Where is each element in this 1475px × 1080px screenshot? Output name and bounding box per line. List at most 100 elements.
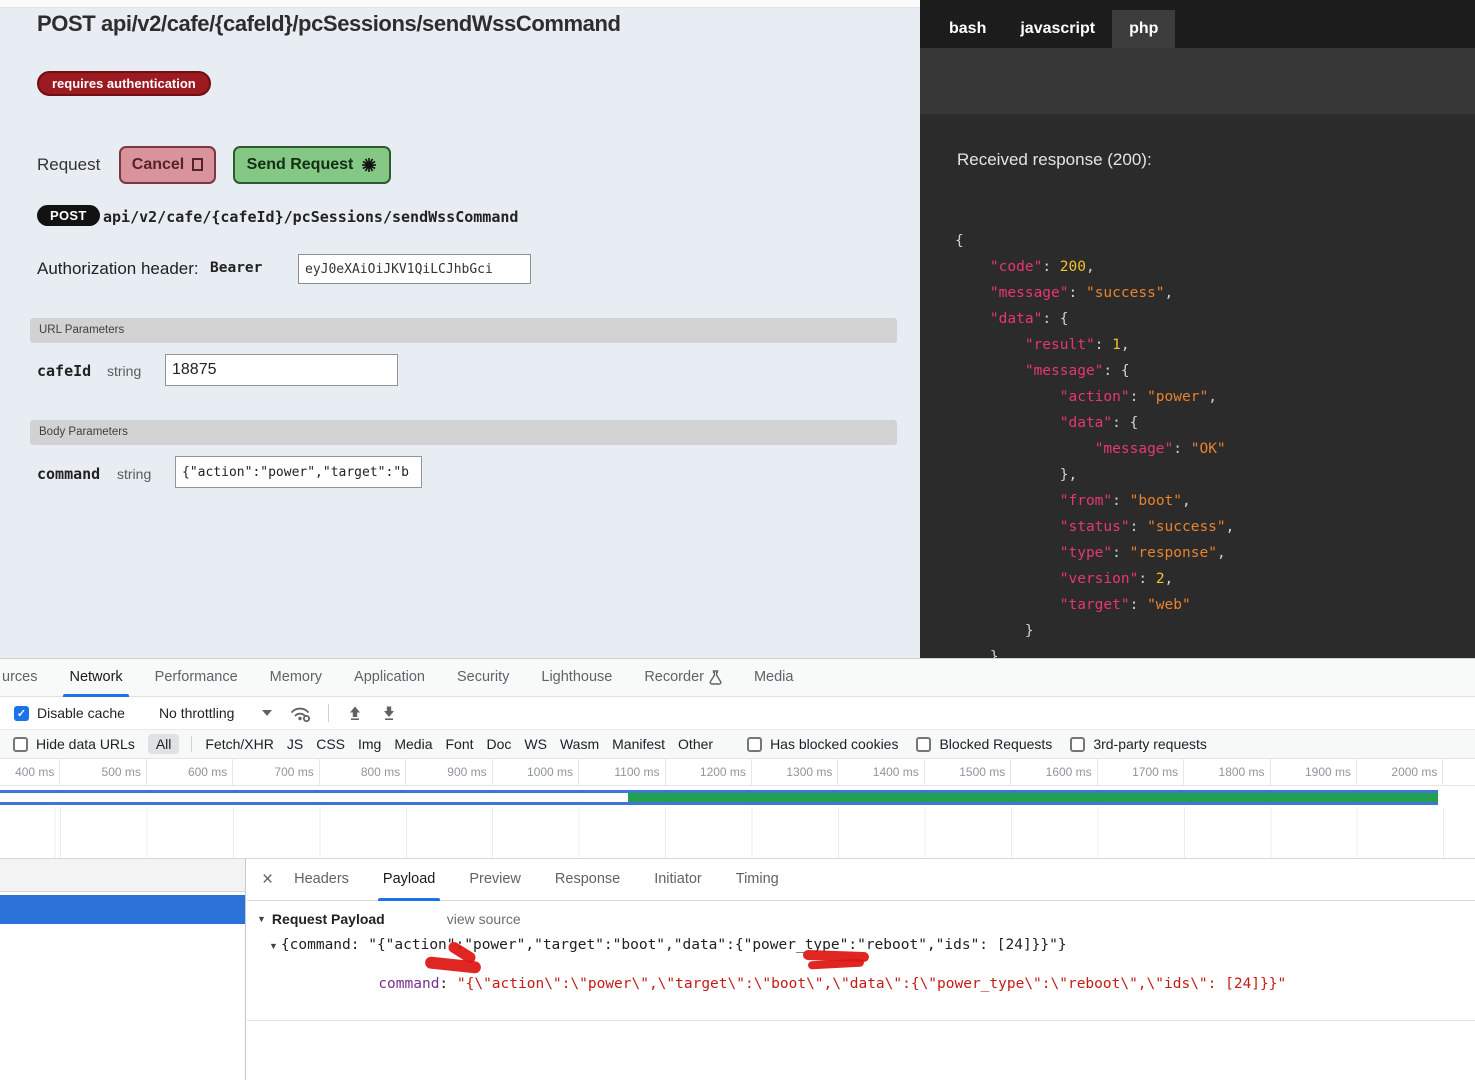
request-payload-section[interactable]: ▼ Request Payload view source <box>257 911 1475 927</box>
devtools-tab-recorder[interactable]: Recorder <box>628 659 738 697</box>
body-parameters-section-header: Body Parameters <box>30 420 897 445</box>
filter-type-wasm[interactable]: Wasm <box>560 736 599 752</box>
timeline-tick: 900 ms <box>406 759 492 785</box>
devtools-tab-urces[interactable]: urces <box>0 659 53 697</box>
filter-type-doc[interactable]: Doc <box>487 736 512 752</box>
devtools-tab-memory[interactable]: Memory <box>254 659 338 697</box>
payload-section-divider <box>247 1020 1475 1021</box>
waterfall-overview[interactable] <box>0 786 1475 807</box>
wifi-gear-icon <box>290 704 312 723</box>
command-input[interactable] <box>175 456 422 488</box>
screenshot-root: POST api/v2/cafe/{cafeId}/pcSessions/sen… <box>0 0 1475 1080</box>
timeline-tick: 600 ms <box>147 759 233 785</box>
received-response-label: Received response (200): <box>957 150 1152 170</box>
label-has-blocked-cookies: Has blocked cookies <box>770 736 898 752</box>
method-badge: POST <box>37 205 100 226</box>
timeline-tick: 1200 ms <box>666 759 752 785</box>
filter-type-js[interactable]: JS <box>287 736 303 752</box>
payload-summary-text: {command: "{"action":"power","target":"b… <box>281 937 1067 953</box>
hide-data-urls-checkbox[interactable] <box>13 737 28 752</box>
close-icon[interactable]: × <box>262 870 273 889</box>
devtools-tab-security[interactable]: Security <box>441 659 525 697</box>
devtools-panel: urcesNetworkPerformanceMemoryApplication… <box>0 658 1475 1080</box>
filter-type-css[interactable]: CSS <box>316 736 345 752</box>
send-request-button[interactable]: Send Request <box>233 146 391 184</box>
payload-command-row[interactable]: command: "{\"action\":\"power\",\"target… <box>291 960 1475 1008</box>
disable-cache-checkbox[interactable]: ✓ <box>14 706 29 721</box>
requests-table-empty-area <box>0 807 1475 859</box>
detail-tab-payload[interactable]: Payload <box>370 859 448 901</box>
response-json-block: { "code": 200, "message": "success", "da… <box>955 228 1234 658</box>
view-source-link[interactable]: view source <box>447 911 521 927</box>
detail-tab-headers[interactable]: Headers <box>281 859 362 901</box>
timeline-tick: 1800 ms <box>1184 759 1270 785</box>
devtools-tab-network[interactable]: Network <box>53 659 138 697</box>
param-name-cafeid: cafeId <box>37 362 91 380</box>
throttling-select[interactable]: No throttling <box>151 705 272 721</box>
detail-tab-preview[interactable]: Preview <box>456 859 534 901</box>
timeline-tick: 1700 ms <box>1098 759 1184 785</box>
filter-type-all[interactable]: All <box>148 734 180 754</box>
code-tab-javascript[interactable]: javascript <box>1003 10 1112 48</box>
timeline-tick: 500 ms <box>60 759 146 785</box>
timeline-tick: 1500 ms <box>925 759 1011 785</box>
filter-type-font[interactable]: Font <box>445 736 473 752</box>
filter-type-fetch-xhr[interactable]: Fetch/XHR <box>205 736 273 752</box>
filter-type-other[interactable]: Other <box>678 736 713 752</box>
timeline-tick: 700 ms <box>233 759 319 785</box>
code-examples-panel: bashjavascriptphp Received response (200… <box>920 0 1475 658</box>
api-docs-panel: POST api/v2/cafe/{cafeId}/pcSessions/sen… <box>0 0 920 658</box>
devtools-tab-performance[interactable]: Performance <box>139 659 254 697</box>
timeline-tick: 1000 ms <box>493 759 579 785</box>
cancel-button[interactable]: Cancel <box>119 146 216 184</box>
export-har-button[interactable] <box>381 705 397 721</box>
code-tab-bash[interactable]: bash <box>932 10 1003 48</box>
auth-token-input[interactable] <box>298 254 531 284</box>
filter-type-img[interactable]: Img <box>358 736 381 752</box>
endpoint-path: api/v2/cafe/{cafeId}/pcSessions/sendWssC… <box>103 208 518 226</box>
toolbar-divider <box>328 704 329 722</box>
timeline-tick: 2000 ms <box>1357 759 1443 785</box>
flask-icon <box>709 670 722 685</box>
request-label: Request <box>37 155 100 175</box>
throttling-value: No throttling <box>159 705 234 721</box>
timeline-tick: 1900 ms <box>1271 759 1357 785</box>
checkbox-3rd-party-requests[interactable] <box>1070 737 1085 752</box>
code-language-tabs: bashjavascriptphp <box>920 0 1475 48</box>
detail-tabs: HeadersPayloadPreviewResponseInitiatorTi… <box>273 859 792 900</box>
checkbox-blocked-requests[interactable] <box>916 737 931 752</box>
filter-divider <box>191 736 192 752</box>
checkbox-has-blocked-cookies[interactable] <box>747 737 762 752</box>
param-type-command: string <box>117 466 151 482</box>
timeline-tick: 400 ms <box>0 759 60 785</box>
auth-header-label: Authorization header: <box>37 259 199 279</box>
requires-auth-badge: requires authentication <box>37 71 211 96</box>
auth-scheme-label: Bearer <box>210 260 262 276</box>
arrow-up-icon <box>347 705 363 721</box>
selected-request-row[interactable] <box>0 895 245 924</box>
detail-tab-timing[interactable]: Timing <box>723 859 792 901</box>
devtools-tab-application[interactable]: Application <box>338 659 441 697</box>
filter-type-media[interactable]: Media <box>394 736 432 752</box>
import-har-button[interactable] <box>347 705 363 721</box>
payload-summary-row[interactable]: ▼ {command: "{"action":"power","target":… <box>269 937 1475 953</box>
detail-tab-response[interactable]: Response <box>542 859 633 901</box>
request-type-filters: All Fetch/XHR JS CSS Img Media Font Doc WS Wasm Ma… <box>135 734 713 754</box>
cancel-button-label: Cancel <box>132 156 184 174</box>
page-top-strip <box>0 0 920 8</box>
triangle-down-icon: ▼ <box>269 941 278 951</box>
send-request-button-label: Send Request <box>247 156 354 174</box>
devtools-tab-bar: urcesNetworkPerformanceMemoryApplication… <box>0 659 1475 697</box>
code-tab-php[interactable]: php <box>1112 10 1175 48</box>
filter-type-manifest[interactable]: Manifest <box>612 736 665 752</box>
devtools-tab-media[interactable]: Media <box>738 659 810 697</box>
network-conditions-button[interactable] <box>290 704 312 723</box>
disable-cache-label: Disable cache <box>37 705 125 721</box>
payload-separator: : <box>439 976 456 992</box>
payload-key: command <box>378 976 439 992</box>
devtools-tab-lighthouse[interactable]: Lighthouse <box>525 659 628 697</box>
timeline-tick: 1400 ms <box>838 759 924 785</box>
detail-tab-initiator[interactable]: Initiator <box>641 859 715 901</box>
filter-type-ws[interactable]: WS <box>524 736 547 752</box>
cafeid-input[interactable] <box>165 354 398 386</box>
